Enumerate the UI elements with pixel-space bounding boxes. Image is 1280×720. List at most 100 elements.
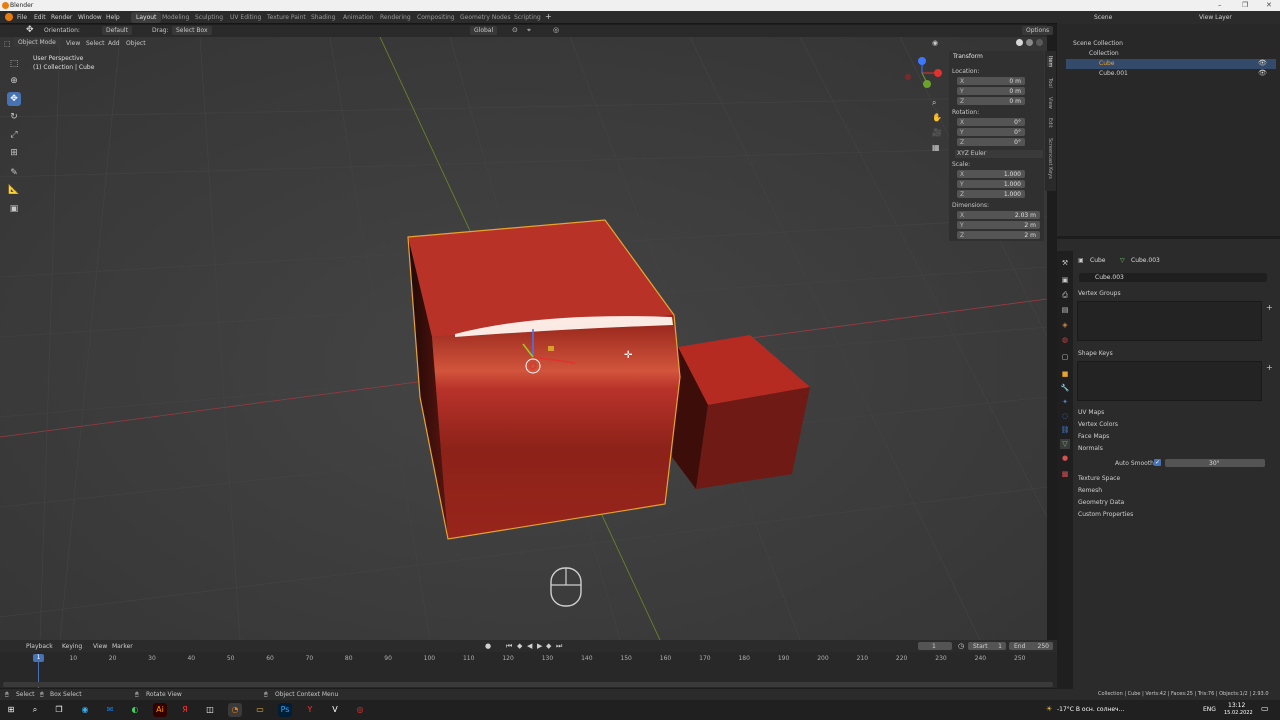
location-x-field[interactable]: X0 m [957, 77, 1025, 85]
rotation-y-field[interactable]: Y 0° [957, 128, 1025, 136]
shape-keys-list[interactable] [1077, 361, 1262, 401]
tab-sculpting[interactable]: Sculpting [190, 12, 228, 23]
section-vertex-groups[interactable]: Vertex Groups [1078, 290, 1121, 297]
blender-menu-icon[interactable] [5, 13, 13, 21]
language-indicator[interactable]: ENG [1203, 706, 1216, 713]
outliner-item-cube[interactable]: Cube 👁 [1066, 59, 1276, 69]
weather-text[interactable]: -17°C В осн. солнеч... [1057, 706, 1124, 713]
3d-viewport[interactable]: ✛ [0, 37, 1047, 640]
object-tab-icon[interactable]: ■ [1060, 369, 1070, 379]
timeline-menu-keying[interactable]: Keying [62, 643, 82, 650]
select-box-tool-icon[interactable]: ⬚ [7, 57, 21, 71]
tab-rendering[interactable]: Rendering [375, 12, 416, 23]
end-frame-field[interactable]: End 250 [1009, 642, 1053, 650]
current-frame-field[interactable]: 1 [918, 642, 952, 650]
move-tool-icon[interactable]: ✥ [7, 92, 21, 106]
particles-tab-icon[interactable]: ✦ [1060, 397, 1070, 407]
timeline-scrollbar[interactable] [3, 682, 1053, 687]
start-frame-field[interactable]: Start 1 [968, 642, 1006, 650]
view-layer-selector[interactable]: View Layer [1199, 14, 1232, 21]
rotate-tool-icon[interactable]: ↻ [7, 110, 21, 124]
rotation-x-field[interactable]: X 0° [957, 118, 1025, 126]
drag-dropdown[interactable]: Select Box [172, 26, 212, 35]
edge-icon[interactable]: ◉ [78, 703, 92, 717]
pan-hand-icon[interactable]: ✋ [932, 113, 942, 122]
file-explorer-icon[interactable]: ▭ [253, 703, 267, 717]
menu-view[interactable]: View [66, 40, 80, 47]
jump-end-icon[interactable]: ⏭ [556, 642, 562, 651]
auto-smooth-checkbox[interactable]: ✓ [1154, 459, 1161, 466]
proportional-edit-icon[interactable]: ◎ [553, 26, 559, 34]
record-icon[interactable]: ● [485, 642, 491, 650]
section-face-maps[interactable]: Face Maps [1078, 433, 1109, 440]
scale-y-field[interactable]: Y 1.000 [957, 180, 1025, 188]
output-tab-icon[interactable]: ⎙ [1060, 290, 1070, 300]
maximize-button[interactable]: ❐ [1242, 1, 1248, 9]
timeline-menu-view[interactable]: View [93, 643, 107, 650]
clock-time[interactable]: 13:12 [1228, 702, 1245, 709]
scene-tab-icon[interactable]: ◈ [1060, 320, 1070, 330]
timeline[interactable]: 1 10 20 30 40 50 60 70 80 90 100 110 120 130 140 150 16… [0, 652, 1057, 688]
menu-select[interactable]: Select [86, 40, 105, 47]
world-tab-icon[interactable]: ◍ [1060, 335, 1070, 345]
blender-taskbar-icon[interactable]: ◔ [228, 703, 242, 717]
physics-tab-icon[interactable]: ◌ [1060, 411, 1070, 421]
tab-texture-paint[interactable]: Texture Paint [262, 12, 311, 23]
zoom-icon[interactable]: ⌕ [932, 98, 936, 108]
menu-edit[interactable]: Edit [34, 14, 46, 21]
close-button[interactable]: ✕ [1266, 1, 1272, 9]
add-cube-tool-icon[interactable]: ▣ [7, 202, 21, 216]
material-shading-icon[interactable] [1026, 39, 1033, 46]
tab-shading[interactable]: Shading [306, 12, 340, 23]
orientation-dropdown[interactable]: Default [102, 26, 132, 35]
annotate-tool-icon[interactable]: ✎ [7, 166, 21, 180]
options-dropdown[interactable]: Options [1022, 26, 1054, 35]
rendered-shading-icon[interactable] [1036, 39, 1043, 46]
minimize-button[interactable]: – [1218, 1, 1222, 9]
auto-smooth-angle-field[interactable]: 30° [1165, 459, 1265, 467]
transform-tool-icon[interactable]: ⊞ [7, 146, 21, 160]
menu-window[interactable]: Window [78, 14, 102, 21]
section-uv-maps[interactable]: UV Maps [1078, 409, 1104, 416]
material-tab-icon[interactable]: ● [1060, 453, 1070, 463]
jump-start-icon[interactable]: ⏮ [506, 642, 512, 651]
section-normals[interactable]: Normals [1078, 445, 1103, 452]
scale-tool-icon[interactable]: ⤢ [7, 128, 21, 142]
tab-edit[interactable]: Edit [1047, 118, 1053, 128]
editor-type-icon[interactable]: ⬚ [4, 40, 11, 48]
scale-x-field[interactable]: X 1.000 [957, 170, 1025, 178]
location-z-field[interactable]: Z0 m [957, 97, 1025, 105]
cursor-tool-icon[interactable]: ⊕ [7, 74, 21, 88]
mesh-data-tab-icon[interactable]: ▽ [1060, 439, 1070, 449]
scene-collection-label[interactable]: Scene Collection [1073, 40, 1123, 47]
solid-shading-icon[interactable] [1016, 39, 1023, 46]
tab-scripting[interactable]: Scripting [509, 12, 546, 23]
collection-tab-icon[interactable]: ▢ [1060, 352, 1070, 362]
timeline-menu-playback[interactable]: Playback [26, 643, 53, 650]
tab-item[interactable]: Item [1047, 56, 1053, 68]
tab-view[interactable]: View [1047, 97, 1053, 109]
tab-tool[interactable]: Tool [1047, 78, 1053, 88]
section-custom-properties[interactable]: Custom Properties [1078, 511, 1133, 518]
add-vertex-group-icon[interactable]: + [1266, 303, 1273, 312]
play-icon[interactable]: ▶ [537, 642, 542, 650]
menu-render[interactable]: Render [51, 14, 72, 21]
transform-orientation-dropdown[interactable]: Global [470, 26, 498, 35]
texture-tab-icon[interactable]: ▩ [1060, 469, 1070, 479]
scene-selector[interactable]: Scene [1094, 14, 1112, 21]
playhead[interactable]: 1 [33, 654, 44, 662]
notifications-icon[interactable]: ▭ [1261, 704, 1269, 713]
app-icon-green[interactable]: ◐ [128, 703, 142, 717]
mail-icon[interactable]: ✉ [103, 703, 117, 717]
menu-help[interactable]: Help [106, 14, 120, 21]
camera-view-icon[interactable]: 🎥 [932, 128, 942, 137]
add-workspace-button[interactable]: + [545, 12, 552, 21]
task-view-icon[interactable]: ❐ [52, 703, 66, 717]
eye-icon[interactable]: 👁 [1258, 59, 1267, 67]
menu-add[interactable]: Add [108, 40, 120, 47]
next-key-icon[interactable]: ◆ [546, 642, 551, 650]
play-reverse-icon[interactable]: ◀ [527, 642, 532, 650]
measure-tool-icon[interactable]: 📐 [7, 183, 21, 197]
rotation-z-field[interactable]: Z 0° [957, 138, 1025, 146]
windows-start-icon[interactable]: ⊞ [4, 703, 18, 717]
